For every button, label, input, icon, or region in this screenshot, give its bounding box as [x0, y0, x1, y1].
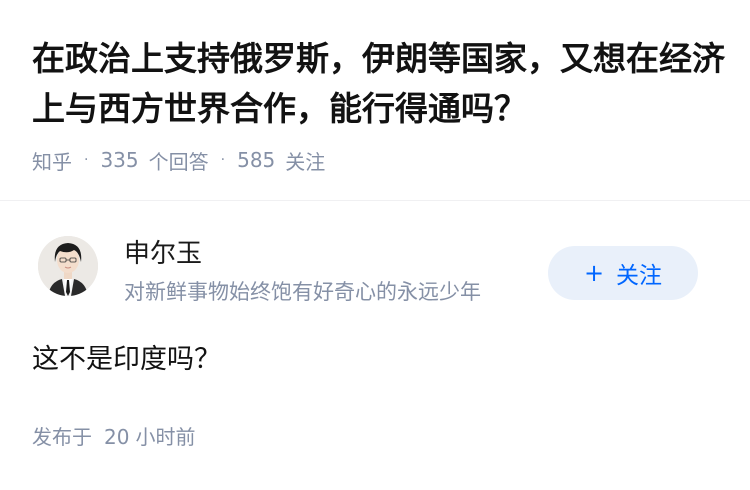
meta-separator: ·: [220, 152, 226, 168]
author-bio: 对新鲜事物始终饱有好奇心的永远少年: [124, 280, 481, 304]
question-meta: 知乎 · 335 个回答 · 585 关注: [32, 144, 325, 176]
question-title[interactable]: 在政治上支持俄罗斯，伊朗等国家，又想在经济上与西方世界合作，能行得通吗？: [32, 34, 732, 134]
follow-button[interactable]: + 关注: [548, 246, 698, 300]
publish-number: 20: [104, 425, 130, 449]
section-divider: [0, 200, 750, 201]
meta-separator: ·: [84, 152, 89, 168]
answer-content: 这不是印度吗？: [32, 344, 221, 375]
follow-count-label: 关注: [285, 149, 326, 174]
source-label[interactable]: 知乎: [32, 146, 72, 175]
answer-count: 335: [100, 148, 139, 172]
follow-button-label: 关注: [616, 263, 663, 289]
author-name[interactable]: 申尔玉: [124, 236, 202, 272]
avatar[interactable]: [38, 236, 98, 296]
publish-unit: 小时前: [135, 425, 196, 449]
user-avatar-icon: [38, 236, 98, 296]
plus-icon: +: [583, 259, 605, 287]
publish-time: 发布于 20 小时前: [32, 422, 195, 452]
publish-prefix: 发布于: [32, 425, 92, 449]
answer-count-label: 个回答: [148, 149, 209, 174]
follow-count: 585: [237, 148, 276, 172]
